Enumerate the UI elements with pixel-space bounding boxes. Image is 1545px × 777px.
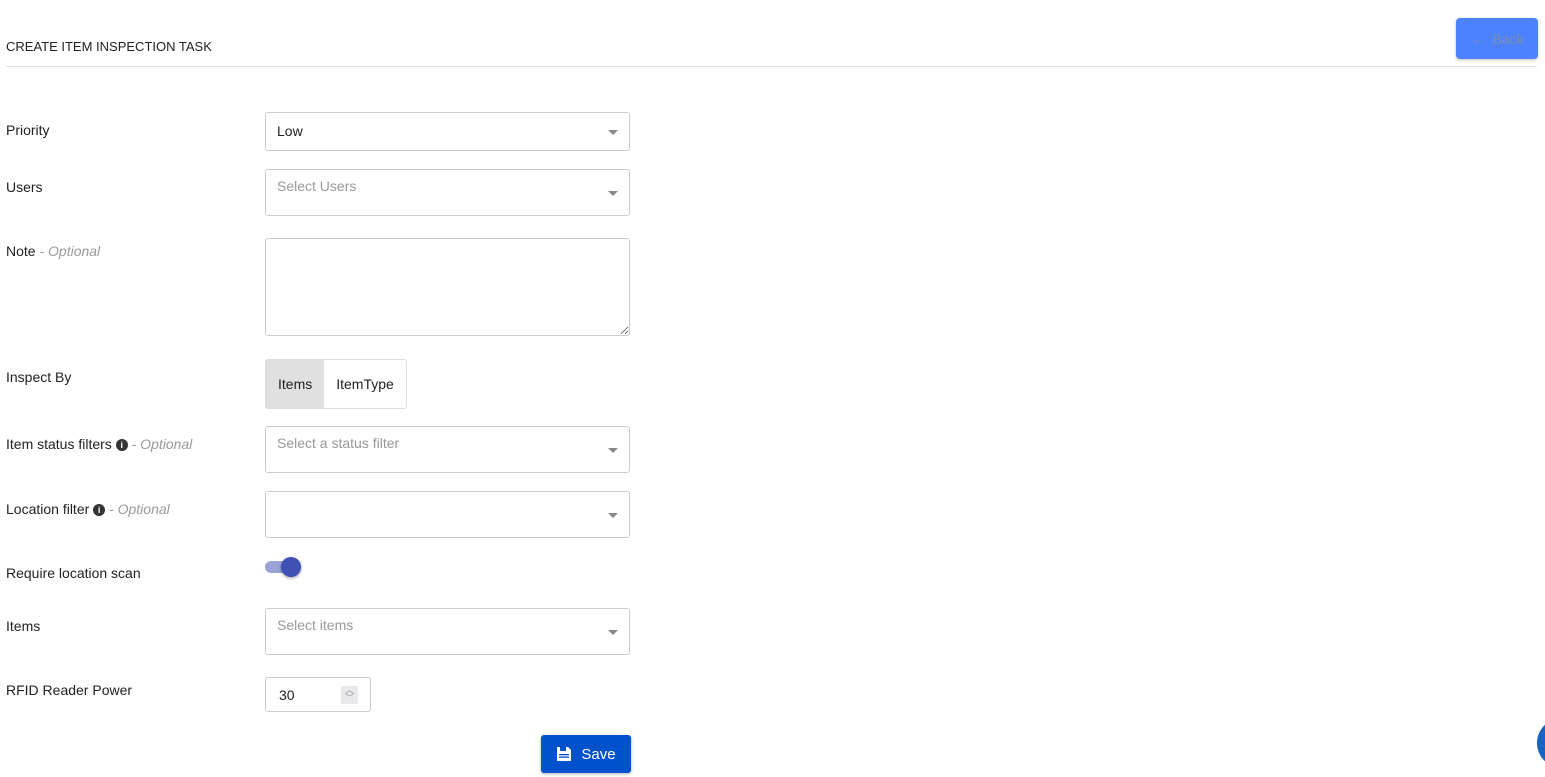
location-filter-select[interactable] [265, 491, 630, 538]
chevron-down-icon [608, 630, 618, 635]
inspect-by-toggle: Items ItemType [265, 359, 407, 409]
inspect-by-itemtype[interactable]: ItemType [324, 360, 406, 408]
chevron-down-icon [608, 448, 618, 453]
status-filter-label: Item status filters i - Optional [6, 436, 192, 452]
status-filter-select[interactable]: Select a status filter [265, 426, 630, 473]
chevron-down-icon [608, 130, 618, 135]
save-button[interactable]: Save [541, 735, 631, 773]
arrow-left-icon: ← [1470, 30, 1485, 47]
help-fab-button[interactable] [1537, 718, 1545, 768]
priority-label: Priority [6, 122, 50, 138]
users-label: Users [6, 179, 43, 195]
optional-tag: - Optional [109, 501, 170, 517]
info-icon[interactable]: i [93, 504, 106, 516]
status-filter-label-text: Item status filters [6, 436, 112, 452]
chevron-down-icon [608, 191, 618, 196]
rfid-power-value: 30 [279, 687, 295, 703]
optional-tag: - Optional [131, 436, 193, 452]
priority-value: Low [277, 123, 303, 139]
location-filter-label: Location filter i - Optional [6, 501, 170, 517]
spinner-icon[interactable]: ︿ ﹀ [341, 686, 358, 704]
require-location-scan-toggle[interactable] [265, 557, 301, 577]
items-label: Items [6, 618, 41, 634]
items-placeholder: Select items [277, 617, 354, 633]
back-label: Back [1492, 30, 1524, 47]
divider [6, 66, 1537, 67]
require-location-scan-label: Require location scan [6, 565, 141, 581]
rfid-power-label: RFID Reader Power [6, 682, 133, 698]
users-select[interactable]: Select Users [265, 169, 630, 216]
toggle-knob [281, 557, 301, 577]
items-select[interactable]: Select items [265, 608, 630, 655]
info-icon[interactable]: i [115, 439, 128, 451]
page-title: CREATE ITEM INSPECTION TASK [6, 39, 212, 54]
optional-tag: - Optional [39, 243, 101, 259]
location-filter-label-text: Location filter [6, 501, 90, 517]
inspect-by-label: Inspect By [6, 369, 72, 385]
note-label-text: Note [6, 243, 36, 259]
users-placeholder: Select Users [277, 178, 357, 194]
chevron-down-icon [608, 513, 618, 518]
note-label: Note - Optional [6, 243, 100, 259]
save-label: Save [581, 745, 616, 763]
note-textarea[interactable] [265, 238, 630, 336]
status-filter-placeholder: Select a status filter [277, 435, 400, 451]
back-button[interactable]: ← Back [1456, 18, 1538, 59]
inspect-by-items[interactable]: Items [266, 360, 325, 408]
rfid-power-input[interactable]: 30 ︿ ﹀ [265, 677, 371, 712]
floppy-disk-icon [557, 747, 572, 761]
priority-select[interactable]: Low [265, 112, 630, 151]
